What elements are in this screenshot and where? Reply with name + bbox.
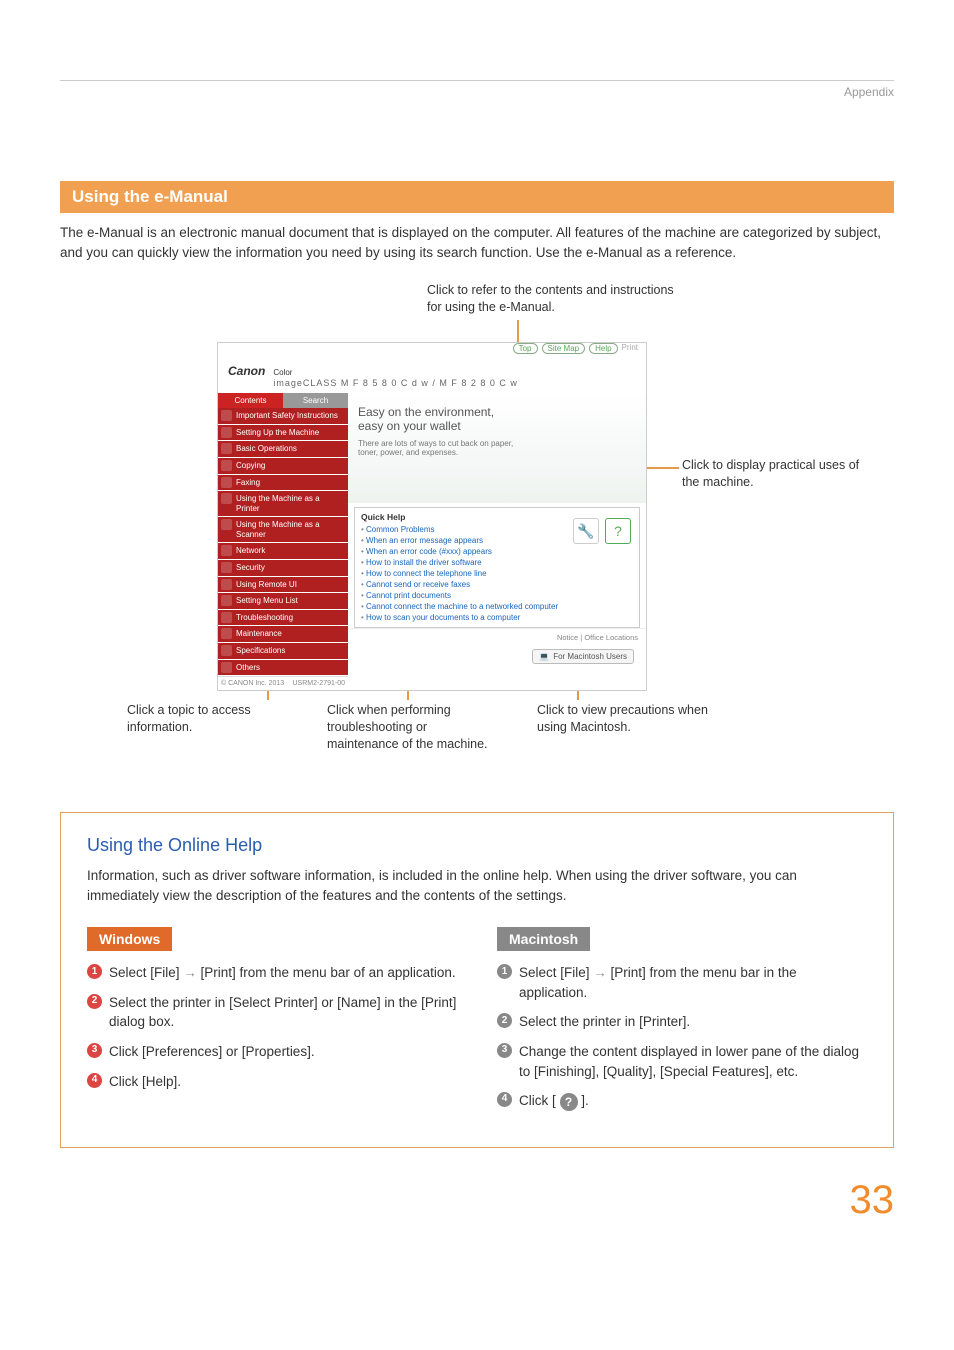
sidebar-item[interactable]: Important Safety Instructions: [218, 408, 348, 425]
spec-icon: [221, 645, 232, 656]
quick-item[interactable]: Cannot print documents: [361, 590, 633, 601]
mac-step-1: 1Select [File] → [Print] from the menu b…: [497, 963, 867, 1002]
tab-contents[interactable]: Contents: [218, 393, 283, 408]
win-step-1: 1Select [File] → [Print] from the menu b…: [87, 963, 457, 983]
wrench-icon[interactable]: 🔧: [573, 518, 599, 544]
label-windows: Windows: [87, 927, 172, 951]
annot-bottom-center: Click when performing troubleshooting or…: [327, 702, 497, 753]
quick-item[interactable]: Cannot connect the machine to a networke…: [361, 601, 633, 612]
model-line: Color imageCLASS M F 8 5 8 0 C d w / M F…: [273, 367, 518, 389]
emanual-main: e-Manual Easy on the environment, easy o…: [348, 393, 646, 690]
sidebar-item[interactable]: Using the Machine as a Scanner: [218, 517, 348, 543]
help-intro: Information, such as driver software inf…: [87, 866, 867, 905]
sidebar-item[interactable]: Setting Up the Machine: [218, 425, 348, 442]
sidebar-footer: © CANON Inc. 2013 USRM2-2791-00: [218, 676, 348, 690]
quick-item[interactable]: When an error code (#xxx) appears: [361, 546, 633, 557]
network-icon: [221, 545, 232, 556]
annot-bottom-right: Click to view precautions when using Mac…: [537, 702, 727, 736]
sidebar-item[interactable]: Troubleshooting: [218, 610, 348, 627]
section-banner: Using the e-Manual: [60, 181, 894, 213]
step-num-icon: 1: [87, 964, 102, 979]
rule-top: [60, 80, 894, 81]
topbar-top[interactable]: Top: [513, 343, 538, 354]
maintenance-icon: [221, 628, 232, 639]
sidebar-item[interactable]: Maintenance: [218, 626, 348, 643]
steps-macintosh: 1Select [File] → [Print] from the menu b…: [497, 963, 867, 1110]
sidebar-item[interactable]: Others: [218, 660, 348, 677]
emanual-topbar: Top Site Map Help Print: [218, 343, 646, 358]
sidebar-list: Important Safety Instructions Setting Up…: [218, 408, 348, 676]
setup-icon: [221, 427, 232, 438]
sidebar-item[interactable]: Setting Menu List: [218, 593, 348, 610]
step-num-icon: 4: [87, 1073, 102, 1088]
sidebar-item[interactable]: Using the Machine as a Printer: [218, 491, 348, 517]
steps-windows: 1Select [File] → [Print] from the menu b…: [87, 963, 457, 1091]
remote-icon: [221, 579, 232, 590]
col-windows: Windows 1Select [File] → [Print] from th…: [87, 927, 457, 1120]
brand-logo: Canon: [228, 364, 265, 378]
scanner-icon: [221, 519, 232, 530]
quick-help-icons: 🔧 ?: [573, 518, 631, 544]
warning-icon: [221, 410, 232, 421]
sidebar-item[interactable]: Faxing: [218, 475, 348, 492]
sidebar-item[interactable]: Security: [218, 560, 348, 577]
step-num-icon: 2: [87, 994, 102, 1009]
quick-item[interactable]: How to scan your documents to a computer: [361, 612, 633, 623]
mac-step-2: 2Select the printer in [Printer].: [497, 1012, 867, 1032]
label-macintosh: Macintosh: [497, 927, 590, 951]
col-macintosh: Macintosh 1Select [File] → [Print] from …: [497, 927, 867, 1120]
quick-item[interactable]: How to connect the telephone line: [361, 568, 633, 579]
sidebar-item[interactable]: Basic Operations: [218, 441, 348, 458]
annot-bottom-left: Click a topic to access information.: [127, 702, 297, 736]
fax-icon: [221, 477, 232, 488]
help-title: Using the Online Help: [87, 835, 867, 856]
sidebar-item[interactable]: Copying: [218, 458, 348, 475]
sidebar-item[interactable]: Using Remote UI: [218, 577, 348, 594]
hero-title: Easy on the environment, easy on your wa…: [358, 405, 636, 433]
topbar-print[interactable]: Print: [622, 343, 638, 354]
question-icon[interactable]: ?: [605, 518, 631, 544]
menu-icon: [221, 595, 232, 606]
annot-top: Click to refer to the contents and instr…: [427, 282, 677, 316]
emanual-header: Canon Color imageCLASS M F 8 5 8 0 C d w…: [218, 358, 646, 393]
topbar-help[interactable]: Help: [589, 343, 617, 354]
tab-search[interactable]: Search: [283, 393, 348, 408]
page-number: 33: [60, 1178, 894, 1223]
emanual-window: Top Site Map Help Print Canon Color imag…: [217, 342, 647, 691]
copy-icon: [221, 460, 232, 471]
quick-item[interactable]: Cannot send or receive faxes: [361, 579, 633, 590]
basic-icon: [221, 443, 232, 454]
mac-icon: 💻: [539, 652, 549, 661]
emanual-sidebar: Contents Search Important Safety Instruc…: [218, 393, 348, 690]
hero-area: Easy on the environment, easy on your wa…: [348, 393, 646, 503]
topbar-sitemap[interactable]: Site Map: [542, 343, 586, 354]
section-intro: The e-Manual is an electronic manual doc…: [60, 223, 894, 262]
win-step-2: 2Select the printer in [Select Printer] …: [87, 993, 457, 1032]
security-icon: [221, 562, 232, 573]
troubleshoot-icon: [221, 612, 232, 623]
mac-users-button[interactable]: 💻For Macintosh Users: [532, 649, 634, 664]
online-help-box: Using the Online Help Information, such …: [60, 812, 894, 1148]
figure-emanual: Click to refer to the contents and instr…: [87, 282, 867, 782]
quick-item[interactable]: How to install the driver software: [361, 557, 633, 568]
quick-help: Quick Help 🔧 ? Common Problems When an e…: [354, 507, 640, 628]
win-step-4: 4Click [Help].: [87, 1072, 457, 1092]
annot-right: Click to display practical uses of the m…: [682, 457, 862, 491]
sidebar-item[interactable]: Specifications: [218, 643, 348, 660]
win-step-3: 3Click [Preferences] or [Properties].: [87, 1042, 457, 1062]
help-question-icon: ?: [560, 1093, 578, 1111]
hero-text: There are lots of ways to cut back on pa…: [358, 439, 518, 457]
step-num-icon: 2: [497, 1013, 512, 1028]
mac-step-4: 4Click [ ? ].: [497, 1091, 867, 1111]
step-num-icon: 4: [497, 1092, 512, 1107]
sidebar-item[interactable]: Network: [218, 543, 348, 560]
emanual-footer: Notice | Office Locations: [348, 628, 646, 646]
plus-icon: [221, 662, 232, 673]
header-appendix: Appendix: [844, 85, 894, 99]
printer-icon: [221, 493, 232, 504]
step-num-icon: 3: [497, 1043, 512, 1058]
mac-step-3: 3Change the content displayed in lower p…: [497, 1042, 867, 1081]
step-num-icon: 3: [87, 1043, 102, 1058]
step-num-icon: 1: [497, 964, 512, 979]
